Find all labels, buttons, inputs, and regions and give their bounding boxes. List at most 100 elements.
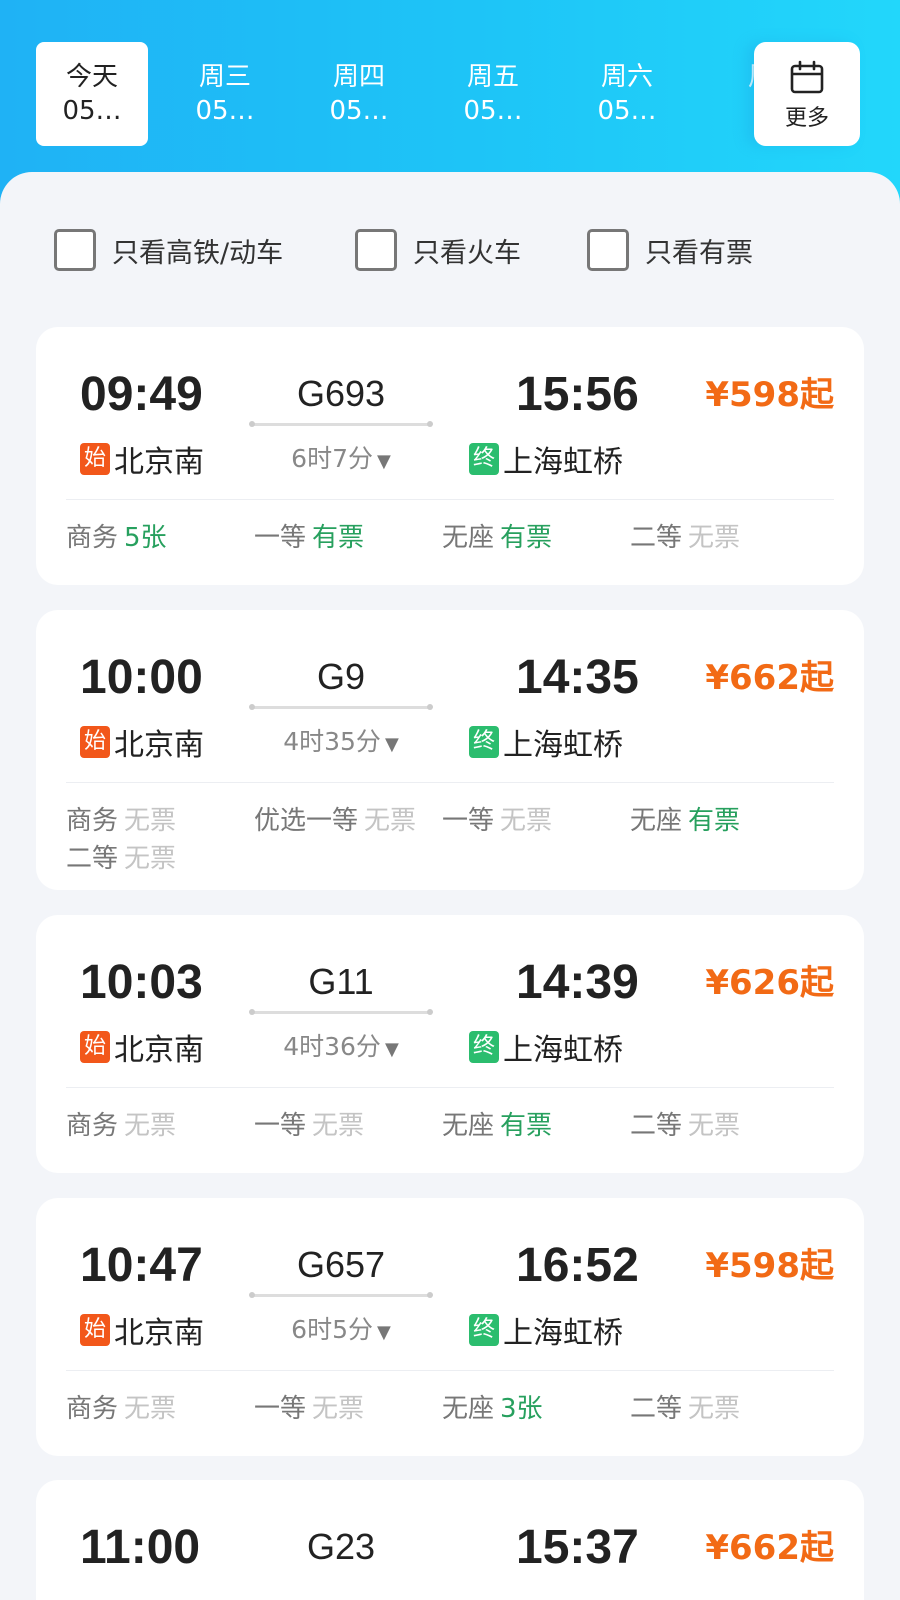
duration-toggle[interactable]: 6时5分 ▼: [251, 1310, 431, 1346]
duration-text: 6时7分: [291, 444, 373, 473]
date-tab-wed[interactable]: 周三 05…: [169, 42, 281, 146]
train-card[interactable]: 09:49 G693 6时7分 ▼ 15:56 ¥598起 始北京南 终上海虹桥 …: [36, 327, 864, 585]
train-list-panel: 只看高铁/动车 只看火车 只看有票 09:49 G693 6时7分 ▼ 15:56…: [0, 172, 900, 1600]
seat-availability: 无票: [312, 1394, 365, 1424]
checkbox[interactable]: [54, 229, 96, 271]
seat-availability: 5张: [124, 523, 167, 553]
station-name: 北京南: [114, 445, 204, 480]
divider: [66, 1370, 834, 1371]
calendar-icon: [790, 60, 824, 94]
seat-class: 二等: [66, 844, 119, 874]
seat-first-class: 一等 无票: [254, 1388, 364, 1425]
seat-availability: 3张: [500, 1394, 543, 1424]
seat-availability: 有票: [312, 523, 365, 553]
more-dates-label: 更多: [784, 106, 829, 131]
train-number: G657: [296, 1244, 386, 1285]
divider: [66, 782, 834, 783]
date-tab-weekday: 周四: [332, 62, 385, 92]
departure-time: 11:00: [80, 1521, 201, 1574]
arrival-time: 16:52: [516, 1239, 639, 1292]
seat-second-class: 二等 无票: [630, 517, 740, 554]
seat-class: 无座: [442, 1111, 495, 1141]
seat-availability: 无票: [124, 1394, 177, 1424]
seat-class: 商务: [66, 1111, 119, 1141]
arrival-station: 终上海虹桥: [469, 437, 623, 481]
seat-business: 商务 无票: [66, 800, 176, 837]
date-tab-weekday: 周五: [466, 62, 519, 92]
seat-class: 一等: [442, 806, 495, 836]
seat-no-seat: 无座 有票: [442, 517, 552, 554]
duration-text: 4时35分: [283, 727, 381, 756]
checkbox[interactable]: [587, 229, 629, 271]
seat-class: 商务: [66, 806, 119, 836]
seat-availability: 无票: [124, 844, 177, 874]
price: ¥626起: [705, 963, 834, 1003]
duration-text: 6时5分: [291, 1315, 373, 1344]
departure-time: 10:47: [80, 1239, 203, 1292]
seat-availability: 有票: [500, 523, 553, 553]
seat-availability: 无票: [124, 806, 177, 836]
arrival-time: 15:37: [516, 1521, 639, 1574]
date-tab-sat[interactable]: 周六 05…: [571, 42, 683, 146]
departure-time: 10:03: [80, 956, 203, 1009]
station-name: 上海虹桥: [503, 445, 623, 480]
route-line: [249, 1009, 433, 1015]
train-card[interactable]: 11:00 G23 15:37 ¥662起: [36, 1480, 864, 1600]
arrival-station: 终上海虹桥: [469, 720, 623, 764]
seat-availability: 无票: [688, 1394, 741, 1424]
start-tag: 始: [80, 1314, 110, 1346]
date-tab-weekday: 周六: [600, 62, 653, 92]
caret-down-icon: ▼: [384, 1039, 399, 1060]
train-card[interactable]: 10:03 G11 4时36分 ▼ 14:39 ¥626起 始北京南 终上海虹桥 …: [36, 915, 864, 1173]
train-number: G693: [296, 373, 386, 414]
end-tag: 终: [469, 726, 499, 758]
date-tab-thu[interactable]: 周四 05…: [303, 42, 415, 146]
seat-class: 商务: [66, 1394, 119, 1424]
seat-class: 优选一等: [254, 806, 359, 836]
arrival-time: 15:56: [516, 368, 639, 421]
duration-toggle[interactable]: 4时35分 ▼: [251, 722, 431, 758]
price: ¥662起: [705, 1528, 834, 1568]
station-name: 上海虹桥: [503, 1033, 623, 1068]
seat-class: 二等: [630, 523, 683, 553]
date-tab-fri[interactable]: 周五 05…: [437, 42, 549, 146]
train-card[interactable]: 10:47 G657 6时5分 ▼ 16:52 ¥598起 始北京南 终上海虹桥 …: [36, 1198, 864, 1456]
seat-availability: 有票: [500, 1111, 553, 1141]
filter-available-only[interactable]: 只看有票: [587, 229, 753, 271]
filter-label: 只看火车: [413, 237, 521, 269]
filter-train-only[interactable]: 只看火车: [355, 229, 521, 271]
arrival-station: 终上海虹桥: [469, 1025, 623, 1069]
seat-first-class: 一等 有票: [254, 517, 364, 554]
departure-time: 10:00: [80, 651, 203, 704]
station-name: 北京南: [114, 1316, 204, 1351]
seat-no-seat: 无座 有票: [442, 1105, 552, 1142]
train-card[interactable]: 10:00 G9 4时35分 ▼ 14:35 ¥662起 始北京南 终上海虹桥 商…: [36, 610, 864, 890]
seat-first-class: 一等 无票: [442, 800, 552, 837]
route-line: [249, 1292, 433, 1298]
divider: [66, 499, 834, 500]
seat-second-class: 二等 无票: [630, 1105, 740, 1142]
station-name: 北京南: [114, 1033, 204, 1068]
duration-toggle[interactable]: 4时36分 ▼: [251, 1027, 431, 1063]
date-tab-today[interactable]: 今天 05…: [36, 42, 148, 146]
date-selector-bar: 今天 05… 周三 05… 周四 05… 周五 05… 周六 05… 周 0 更…: [0, 0, 900, 175]
seat-business: 商务 无票: [66, 1388, 176, 1425]
filter-high-speed[interactable]: 只看高铁/动车: [54, 229, 283, 271]
date-tab-date: 05…: [62, 96, 122, 126]
seat-availability: 无票: [124, 1111, 177, 1141]
seat-availability: 无票: [500, 806, 553, 836]
duration-toggle[interactable]: 6时7分 ▼: [251, 439, 431, 475]
more-dates-button[interactable]: 更多: [754, 42, 860, 146]
station-name: 北京南: [114, 728, 204, 763]
seat-class: 无座: [442, 1394, 495, 1424]
train-number: G23: [306, 1526, 376, 1567]
price: ¥598起: [705, 375, 834, 415]
divider: [66, 1087, 834, 1088]
seat-second-class: 二等 无票: [630, 1388, 740, 1425]
seat-class: 一等: [254, 1111, 307, 1141]
checkbox[interactable]: [355, 229, 397, 271]
departure-time: 09:49: [80, 368, 203, 421]
seat-second-class: 二等 无票: [66, 838, 176, 875]
departure-station: 始北京南: [80, 1025, 204, 1069]
start-tag: 始: [80, 443, 110, 475]
